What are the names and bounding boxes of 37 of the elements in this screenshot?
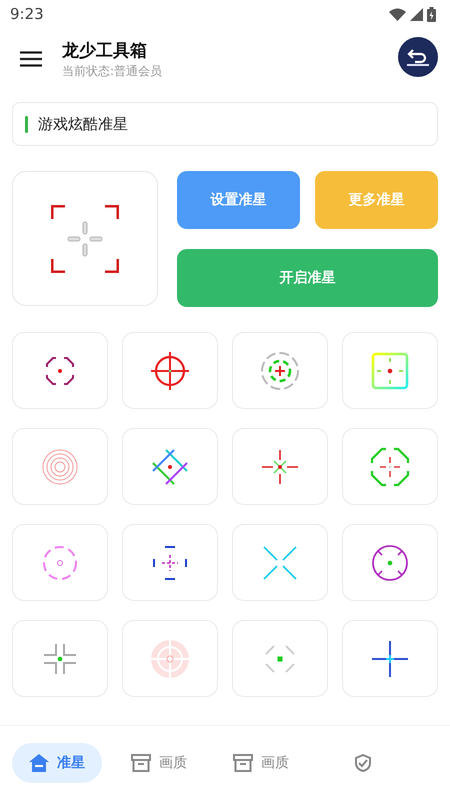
crosshair-tile[interactable] — [342, 428, 438, 505]
crosshair-tile[interactable] — [12, 524, 108, 601]
crosshair-tile[interactable] — [342, 332, 438, 409]
nav-tab[interactable]: 准星 — [12, 743, 102, 783]
box-icon — [233, 754, 253, 772]
nav-tab[interactable]: 画质 — [114, 743, 204, 783]
signal-icon — [410, 8, 423, 20]
box-icon — [131, 754, 151, 772]
crosshair-tile[interactable] — [122, 332, 218, 409]
crosshair-tile[interactable] — [232, 428, 328, 505]
crosshair-icon — [51, 204, 119, 272]
crosshair-tile[interactable] — [122, 620, 218, 697]
settings-button[interactable]: 设置准星 — [177, 171, 300, 229]
crosshair-tile[interactable] — [342, 524, 438, 601]
crosshair-tile[interactable] — [122, 428, 218, 505]
logo-icon[interactable] — [398, 37, 438, 77]
section-title: 游戏炫酷准星 — [38, 114, 128, 134]
crosshair-tile[interactable] — [232, 620, 328, 697]
crosshair-tile[interactable] — [232, 524, 328, 601]
crosshair-tile[interactable] — [12, 332, 108, 409]
menu-icon[interactable] — [20, 51, 42, 67]
more-button[interactable]: 更多准星 — [315, 171, 438, 229]
start-button[interactable]: 开启准星 — [177, 249, 438, 307]
app-title: 龙少工具箱 — [62, 40, 148, 62]
crosshair-tile[interactable] — [12, 428, 108, 505]
crosshair-tile[interactable] — [12, 620, 108, 697]
nav-tab[interactable]: 画质 — [216, 743, 306, 783]
battery-icon — [427, 6, 436, 22]
wifi-icon — [389, 8, 406, 20]
status-time: 9:23 — [10, 5, 44, 23]
home-icon — [29, 754, 49, 772]
accent-bar — [25, 116, 28, 132]
crosshair-tile[interactable] — [122, 524, 218, 601]
crosshair-tile[interactable] — [232, 332, 328, 409]
member-status: 当前状态:普通会员 — [62, 62, 164, 80]
crosshair-tile[interactable] — [342, 620, 438, 697]
shield-icon — [354, 754, 372, 772]
